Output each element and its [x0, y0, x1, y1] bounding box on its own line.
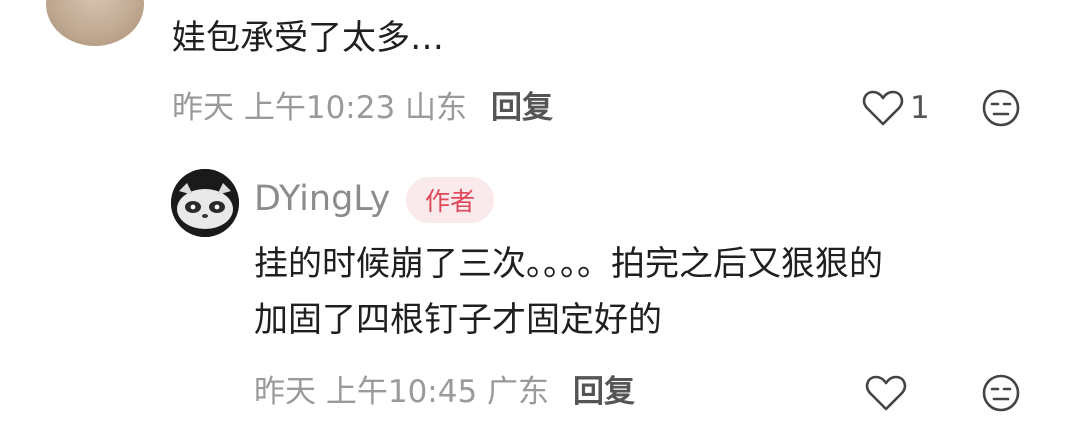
neutral-face-icon	[982, 89, 1020, 127]
heart-outline-icon	[865, 375, 907, 411]
reply-like-button[interactable]	[864, 373, 908, 413]
reply-text-line: 挂的时候崩了三次。。。。拍完之后又狠狠的	[254, 244, 883, 284]
reply-meta: 昨天 上午10:45 广东	[254, 374, 550, 410]
neutral-face-icon	[982, 374, 1020, 412]
comment-dislike-button[interactable]	[980, 88, 1022, 128]
comment-meta: 昨天 上午10:23 山东	[172, 90, 468, 126]
comment-like-button[interactable]: 1	[862, 88, 930, 128]
commenter-avatar[interactable]	[46, 0, 144, 46]
comment-text: 娃包承受了太多…	[172, 18, 444, 58]
reply-reply-button[interactable]: 回复	[573, 374, 635, 410]
comment-meta-row: 昨天 上午10:23 山东 回复	[172, 88, 553, 128]
reply-username[interactable]: DYingLy	[254, 176, 390, 222]
panda-avatar-image	[171, 169, 239, 237]
reply-meta-row: 昨天 上午10:45 广东 回复	[254, 372, 635, 412]
reply-avatar[interactable]	[171, 169, 239, 237]
heart-outline-icon	[862, 90, 904, 126]
like-count: 1	[910, 90, 930, 126]
comment-reply-button[interactable]: 回复	[491, 90, 553, 126]
author-badge: 作者	[406, 177, 494, 223]
reply-text-line: 加固了四根钉子才固定好的	[254, 300, 662, 340]
reply-text: 挂的时候崩了三次。。。。拍完之后又狠狠的 加固了四根钉子才固定好的	[254, 236, 1054, 348]
reply-dislike-button[interactable]	[980, 373, 1022, 413]
